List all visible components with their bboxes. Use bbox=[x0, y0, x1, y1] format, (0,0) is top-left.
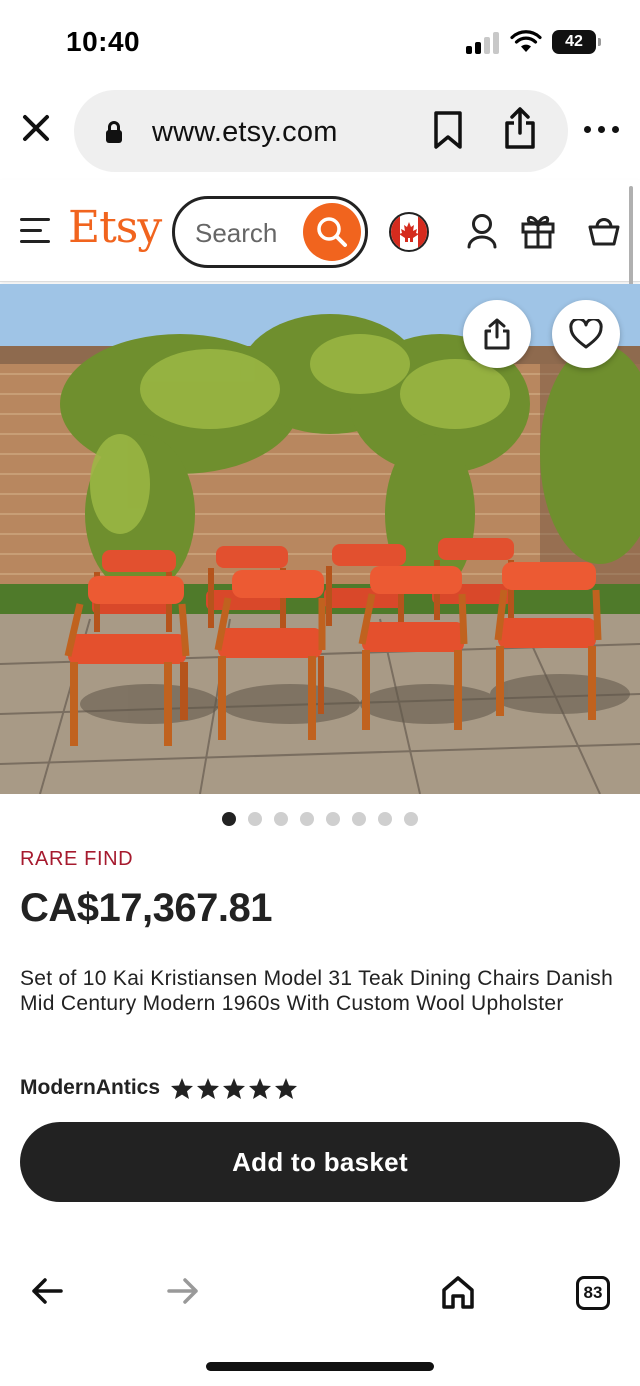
search-icon bbox=[317, 217, 347, 247]
carousel-dot[interactable] bbox=[404, 812, 418, 826]
basket-icon[interactable] bbox=[586, 212, 622, 248]
product-price: CA$17,367.81 bbox=[20, 886, 272, 930]
carousel-dot[interactable] bbox=[326, 812, 340, 826]
share-icon bbox=[484, 318, 510, 350]
carousel-dot[interactable] bbox=[248, 812, 262, 826]
site-header: Etsy Search bbox=[0, 180, 640, 282]
star-icon bbox=[171, 1077, 194, 1099]
search-input[interactable]: Search bbox=[172, 196, 368, 268]
chairs-photo-icon bbox=[0, 284, 640, 794]
carousel-dot[interactable] bbox=[274, 812, 288, 826]
wifi-icon bbox=[510, 30, 542, 52]
status-bar: 10:40 42 bbox=[0, 0, 640, 86]
rating-stars bbox=[170, 1077, 298, 1100]
status-time: 10:40 bbox=[66, 26, 141, 57]
gift-icon[interactable] bbox=[520, 212, 556, 250]
home-icon[interactable] bbox=[440, 1274, 476, 1310]
battery-indicator: 42 bbox=[552, 30, 601, 54]
menu-icon[interactable] bbox=[20, 218, 52, 244]
scroll-indicator bbox=[629, 186, 633, 298]
bookmark-icon[interactable] bbox=[432, 110, 464, 150]
browser-bottom-bar: 83 bbox=[0, 1262, 640, 1332]
signal-icon bbox=[466, 32, 502, 54]
address-bar[interactable]: www.etsy.com bbox=[74, 90, 568, 172]
rare-find-badge: RARE FIND bbox=[20, 848, 134, 870]
share-icon[interactable] bbox=[502, 106, 538, 150]
tabs-count-button[interactable]: 83 bbox=[576, 1276, 610, 1310]
add-to-basket-button[interactable]: Add to basket bbox=[20, 1122, 620, 1202]
etsy-logo[interactable]: Etsy bbox=[68, 202, 162, 253]
star-icon bbox=[197, 1077, 220, 1099]
share-product-button[interactable] bbox=[463, 300, 531, 368]
home-indicator bbox=[206, 1362, 434, 1371]
close-icon[interactable] bbox=[18, 110, 54, 146]
heart-icon bbox=[569, 319, 603, 349]
carousel-dots[interactable] bbox=[222, 812, 418, 826]
carousel-dot[interactable] bbox=[300, 812, 314, 826]
star-icon bbox=[275, 1077, 298, 1099]
search-placeholder: Search bbox=[195, 218, 278, 248]
star-icon bbox=[249, 1077, 272, 1099]
search-button[interactable] bbox=[303, 203, 361, 261]
back-arrow-icon[interactable] bbox=[30, 1276, 64, 1306]
lock-icon bbox=[106, 121, 122, 143]
shop-row: ModernAntics bbox=[20, 1074, 298, 1102]
more-options-icon[interactable] bbox=[584, 126, 624, 136]
carousel-dot[interactable] bbox=[352, 812, 366, 826]
browser-url-row: www.etsy.com bbox=[0, 86, 640, 178]
shop-name[interactable]: ModernAntics bbox=[20, 1076, 160, 1100]
star-icon bbox=[223, 1077, 246, 1099]
forward-arrow-icon[interactable] bbox=[166, 1276, 200, 1306]
account-icon[interactable] bbox=[466, 212, 498, 250]
favorite-button[interactable] bbox=[552, 300, 620, 368]
canada-flag-icon[interactable] bbox=[389, 212, 429, 252]
carousel-dot[interactable] bbox=[378, 812, 392, 826]
product-photo[interactable] bbox=[0, 284, 640, 794]
url-text: www.etsy.com bbox=[152, 116, 338, 148]
product-title[interactable]: Set of 10 Kai Kristiansen Model 31 Teak … bbox=[20, 966, 620, 1016]
carousel-dot[interactable] bbox=[222, 812, 236, 826]
